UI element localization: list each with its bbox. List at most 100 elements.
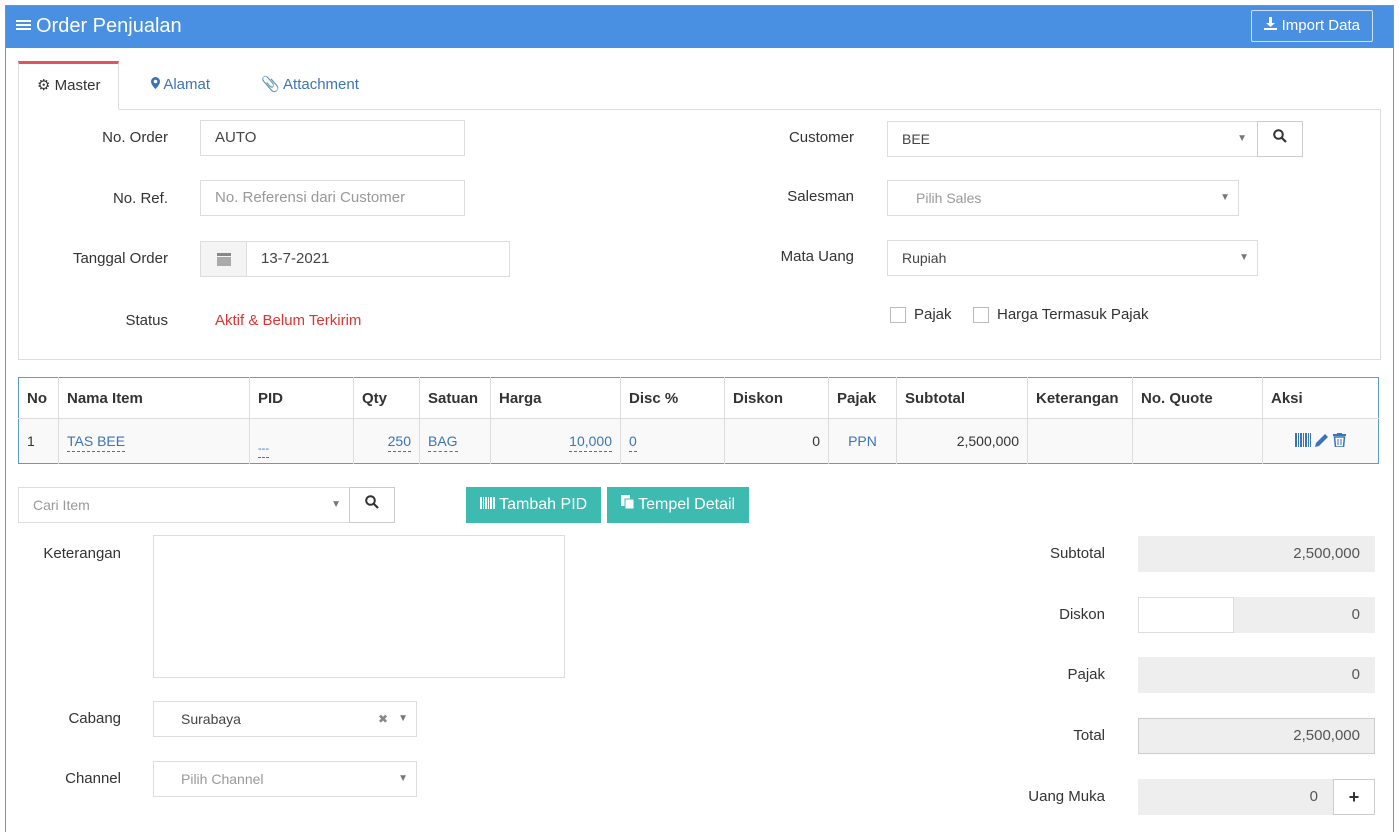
- cari-item-select[interactable]: Cari Item ▼: [18, 487, 350, 523]
- calendar-addon[interactable]: [200, 241, 247, 277]
- barcode-icon: [480, 496, 499, 513]
- cell-keterangan[interactable]: [1027, 418, 1133, 464]
- panel-header: Order Penjualan Import Data: [6, 6, 1393, 48]
- chevron-down-icon: ▼: [331, 499, 341, 510]
- col-qty: Qty: [353, 377, 420, 419]
- table-row: 1 TAS BEE --- 250 BAG 10,000 0 0 PPN 2,5…: [18, 418, 1379, 464]
- col-nama-item: Nama Item: [58, 377, 250, 419]
- cell-subtotal: 2,500,000: [896, 418, 1028, 464]
- status-value: Aktif & Belum Terkirim: [215, 312, 362, 329]
- cari-item-search-button[interactable]: [349, 487, 395, 523]
- no-ref-input[interactable]: No. Referensi dari Customer: [200, 180, 465, 216]
- col-keterangan: Keterangan: [1027, 377, 1133, 419]
- trash-icon[interactable]: [1332, 432, 1346, 450]
- no-ref-label: No. Ref.: [112, 190, 168, 207]
- col-aksi: Aksi: [1262, 377, 1379, 419]
- pajak-checkbox[interactable]: [890, 307, 906, 323]
- paperclip-icon: 📎: [261, 76, 280, 93]
- status-label: Status: [125, 312, 168, 329]
- tab-attachment[interactable]: 📎 Attachment: [243, 61, 377, 110]
- cell-diskon: 0: [724, 418, 829, 464]
- cell-aksi: [1262, 418, 1379, 464]
- summary-pajak-value: 0: [1138, 657, 1375, 693]
- col-disc-pct: Disc %: [620, 377, 725, 419]
- cell-qty[interactable]: 250: [353, 418, 420, 464]
- mata-uang-label: Mata Uang: [780, 248, 854, 265]
- search-icon: [365, 495, 379, 513]
- cell-satuan[interactable]: BAG: [419, 418, 491, 464]
- summary-uang-muka-label: Uang Muka: [1028, 788, 1105, 805]
- col-harga: Harga: [490, 377, 621, 419]
- table-header-row: No Nama Item PID Qty Satuan Harga Disc %…: [18, 377, 1379, 419]
- cabang-label: Cabang: [68, 710, 121, 727]
- chevron-down-icon: ▼: [1237, 133, 1247, 144]
- add-uang-muka-button[interactable]: +: [1333, 779, 1375, 815]
- summary-subtotal-value: 2,500,000: [1138, 536, 1375, 572]
- tab-alamat[interactable]: Alamat: [133, 61, 228, 110]
- col-no: No: [18, 377, 59, 419]
- customer-select[interactable]: BEE ▼: [887, 121, 1258, 157]
- summary-diskon-label: Diskon: [1059, 606, 1105, 623]
- calendar-icon: [217, 253, 231, 270]
- list-icon: [16, 15, 31, 38]
- cell-disc-pct[interactable]: 0: [620, 418, 725, 464]
- tambah-pid-button[interactable]: Tambah PID: [466, 487, 602, 523]
- col-diskon: Diskon: [724, 377, 829, 419]
- order-panel: Order Penjualan Import Data ⚙ Master Ala…: [5, 5, 1394, 832]
- import-data-button[interactable]: Import Data: [1251, 10, 1373, 42]
- summary-diskon-input[interactable]: [1138, 597, 1234, 633]
- gears-icon: ⚙: [37, 77, 51, 94]
- keterangan-textarea[interactable]: [153, 535, 565, 678]
- channel-label: Channel: [65, 770, 121, 787]
- cell-harga[interactable]: 10,000: [490, 418, 621, 464]
- chevron-down-icon: ▼: [398, 713, 408, 724]
- col-pid: PID: [249, 377, 354, 419]
- barcode-icon[interactable]: [1295, 432, 1315, 450]
- map-marker-icon: [151, 76, 163, 93]
- tanggal-order-input[interactable]: 13-7-2021: [246, 241, 510, 277]
- col-no-quote: No. Quote: [1132, 377, 1263, 419]
- summary-total-value: 2,500,000: [1138, 718, 1375, 754]
- cabang-select[interactable]: Surabaya ✖ ▼: [153, 701, 417, 737]
- keterangan-label: Keterangan: [43, 545, 121, 562]
- search-icon: [1273, 129, 1287, 147]
- tab-master[interactable]: ⚙ Master: [18, 61, 120, 110]
- summary-total-label: Total: [1073, 727, 1105, 744]
- mata-uang-select[interactable]: Rupiah ▼: [887, 240, 1258, 276]
- summary-pajak-label: Pajak: [1067, 666, 1105, 683]
- items-table: No Nama Item PID Qty Satuan Harga Disc %…: [18, 377, 1379, 464]
- cell-nama-item[interactable]: TAS BEE: [58, 418, 250, 464]
- cell-no: 1: [18, 418, 59, 464]
- salesman-label: Salesman: [787, 188, 854, 205]
- download-icon: [1264, 17, 1281, 34]
- pajak-checkbox-label: Pajak: [914, 306, 952, 323]
- salesman-select[interactable]: Pilih Sales ▼: [887, 180, 1239, 216]
- customer-search-button[interactable]: [1257, 121, 1303, 157]
- cell-pajak[interactable]: PPN: [828, 418, 897, 464]
- col-subtotal: Subtotal: [896, 377, 1028, 419]
- chevron-down-icon: ▼: [1239, 252, 1249, 263]
- cell-no-quote[interactable]: [1132, 418, 1263, 464]
- no-order-label: No. Order: [102, 129, 168, 146]
- customer-label: Customer: [788, 129, 854, 146]
- col-pajak: Pajak: [828, 377, 897, 419]
- cell-pid[interactable]: ---: [249, 418, 354, 464]
- chevron-down-icon: ▼: [398, 773, 408, 784]
- no-order-input[interactable]: AUTO: [200, 120, 465, 156]
- chevron-down-icon: ▼: [1220, 192, 1230, 203]
- tab-bar: ⚙ Master Alamat 📎 Attachment: [18, 61, 1381, 110]
- harga-termasuk-pajak-label: Harga Termasuk Pajak: [997, 306, 1149, 323]
- harga-termasuk-pajak-checkbox[interactable]: [973, 307, 989, 323]
- channel-select[interactable]: Pilih Channel ▼: [153, 761, 417, 797]
- tempel-detail-button[interactable]: Tempel Detail: [607, 487, 750, 523]
- col-satuan: Satuan: [419, 377, 491, 419]
- summary-subtotal-label: Subtotal: [1049, 545, 1105, 562]
- pencil-icon[interactable]: [1315, 433, 1333, 450]
- tanggal-order-label: Tanggal Order: [72, 250, 168, 267]
- clear-icon[interactable]: ✖: [378, 702, 388, 736]
- paste-icon: [621, 495, 638, 513]
- summary-diskon-value: 0: [1234, 597, 1375, 633]
- summary-uang-muka-value: 0: [1138, 779, 1333, 815]
- plus-icon: +: [1348, 787, 1360, 807]
- page-title: Order Penjualan: [16, 15, 182, 38]
